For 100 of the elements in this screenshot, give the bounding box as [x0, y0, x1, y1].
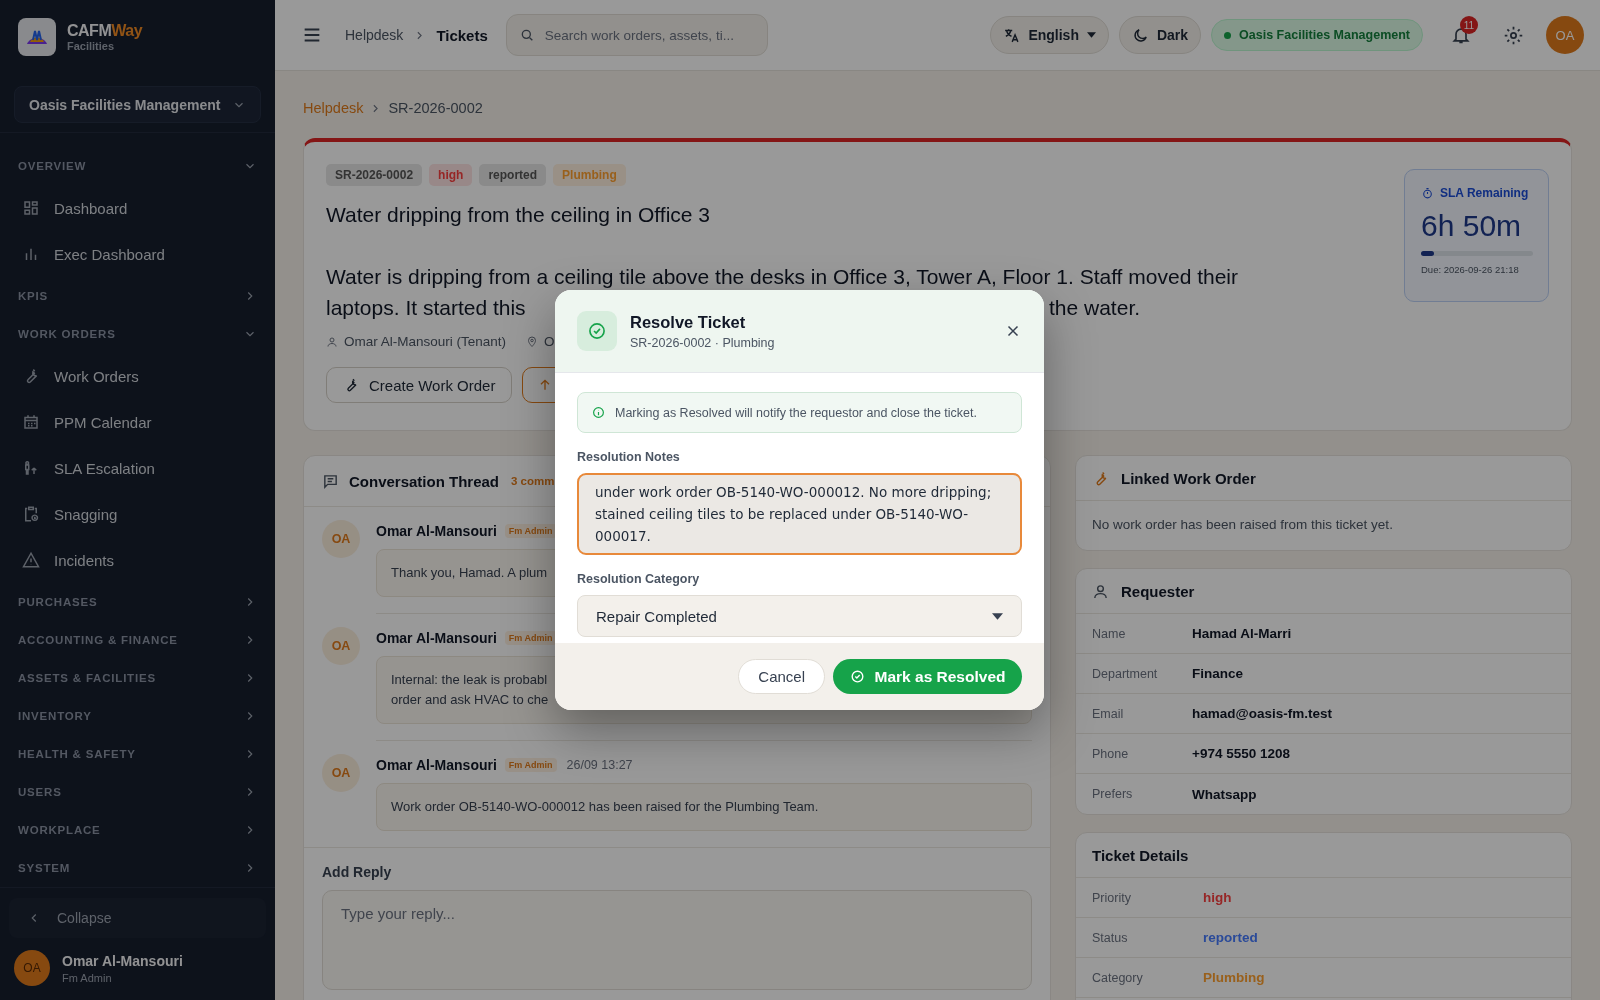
field-value: +974 5550 1208 — [1192, 746, 1290, 761]
ticket-description: the water. — [1049, 295, 1141, 321]
caret-icon — [1086, 32, 1096, 38]
user-role: Fm Admin — [62, 971, 113, 984]
mark-as-resolved-button[interactable]: Mark as Resolved — [833, 659, 1022, 694]
theme-toggle[interactable]: Dark — [1118, 16, 1202, 54]
field-value: hamad@oasis-fm.test — [1192, 706, 1332, 721]
ticket-location: O — [544, 334, 555, 349]
user-avatar[interactable]: OA — [1546, 16, 1584, 54]
breadcrumb-link[interactable]: Tickets — [436, 26, 488, 44]
nav-section-header[interactable]: KPIS — [0, 277, 275, 315]
card-title: Ticket Details — [1092, 846, 1189, 864]
info-icon — [592, 406, 605, 419]
nav-item[interactable]: Work Orders — [0, 353, 275, 399]
nav-section-header[interactable]: ASSETS & FACILITIES — [0, 659, 275, 697]
nav-item[interactable]: Dashboard — [0, 185, 275, 231]
field-value: high — [1203, 890, 1232, 905]
sla-label: SLA Remaining — [1421, 186, 1538, 200]
ticket-requester: Omar Al-Mansouri (Tenant) — [344, 334, 507, 349]
comment-text: Work order OB-5140-WO-000012 has been raised for the Plumbing Team. — [391, 798, 819, 816]
dialog-subtitle: SR-2026-0002 · Plumbing — [630, 335, 776, 350]
user-avatar: OA — [14, 950, 50, 986]
comment-author: Omar Al-Mansouri — [376, 523, 497, 539]
nav-item[interactable]: Exec Dashboard — [0, 231, 275, 277]
field-label: Add Reply — [322, 864, 393, 880]
card-title: Conversation Thread — [349, 472, 500, 490]
nav-icon — [22, 199, 40, 217]
logo-icon — [18, 18, 56, 56]
nav-section-header[interactable]: PURCHASES — [0, 583, 275, 621]
card-title: Linked Work Order — [1121, 469, 1256, 487]
dialog-title: Resolve Ticket — [630, 312, 747, 332]
breadcrumb-link[interactable]: SR-2026-0002 — [388, 100, 483, 116]
ticket-description: Water is dripping from a ceiling tile above the desks in Office 3, Tower A, Floor 1. Staff moved their — [326, 264, 1238, 290]
ticket-title: Water dripping from the ceiling in Office 3 — [326, 203, 711, 227]
check-circle-icon — [849, 669, 865, 684]
comment-time: 26/09 13:27 — [566, 758, 633, 772]
create-work-order-button[interactable]: Create Work Order — [326, 367, 513, 403]
ticket-tag: Plumbing — [553, 164, 626, 186]
ticket-tag: high — [429, 164, 473, 186]
brand-name: CAFMWay — [67, 22, 143, 40]
nav-section-header[interactable]: ACCOUNTING & FINANCE — [0, 621, 275, 659]
field-label: Priority — [1092, 890, 1132, 905]
nav-section-header[interactable]: INVENTORY — [0, 697, 275, 735]
sla-due-date: Due: 2026-09-26 21:18 — [1421, 264, 1520, 275]
field-label: Category — [1092, 970, 1144, 985]
nav-item[interactable]: Incidents — [0, 537, 275, 583]
field-value: reported — [1203, 930, 1258, 945]
caret-icon — [992, 612, 1003, 620]
author-avatar: OA — [322, 520, 360, 558]
field-label: Status — [1092, 930, 1129, 945]
brand-subtitle: Facilities — [67, 40, 116, 52]
comment-text: order and ask HVAC to che — [391, 691, 549, 709]
nav-item[interactable]: Snagging — [0, 491, 275, 537]
location-pin-icon — [526, 335, 539, 348]
nav-item[interactable]: SLA Escalation — [0, 445, 275, 491]
nav-section-header[interactable]: WORK ORDERS — [0, 315, 275, 353]
nav-icon — [22, 505, 40, 523]
resolution-notes-field[interactable]: under work order OB-5140-WO-000012. No more dripping; stained ceiling tiles to be replaced under OB-5140-WO-000017. — [577, 473, 1022, 555]
organization-selector[interactable]: Oasis Facilities Management — [14, 86, 261, 123]
nav-section-header[interactable]: OVERVIEW — [0, 147, 275, 185]
check-circle-icon — [587, 321, 607, 341]
nav-section-header[interactable]: USERS — [0, 773, 275, 811]
nav-section-header[interactable]: SYSTEM — [0, 849, 275, 887]
notice-text: Marking as Resolved will notify the requestor and close the ticket. — [615, 405, 977, 420]
role-tag: Fm Admin — [504, 758, 557, 772]
nav-icon — [22, 551, 40, 569]
field-value: Finance — [1192, 666, 1243, 681]
search-field[interactable]: Search work orders, assets, ti... — [505, 14, 768, 56]
field-label: Department — [1092, 666, 1159, 681]
person-icon — [1092, 582, 1109, 600]
nav-section-header[interactable]: WORKPLACE — [0, 811, 275, 849]
chat-icon — [322, 472, 339, 490]
field-label: Phone — [1092, 746, 1130, 761]
settings-icon[interactable] — [1503, 24, 1524, 46]
language-selector[interactable]: English — [990, 16, 1109, 54]
author-avatar: OA — [322, 754, 360, 792]
nav-item[interactable]: PPM Calendar — [0, 399, 275, 445]
ticket-tag: reported — [479, 164, 547, 186]
comment-count: 3 comm — [511, 475, 555, 487]
field-value: Whatsapp — [1192, 786, 1257, 802]
ticket-tag: SR-2026-0002 — [326, 164, 423, 186]
person-icon — [326, 335, 338, 348]
timer-icon — [1421, 186, 1434, 200]
nav-icon — [22, 413, 40, 431]
user-name: Omar Al-Mansouri — [62, 952, 183, 969]
nav-section-header[interactable]: HEALTH & SAFETY — [0, 735, 275, 773]
reply-field[interactable]: Type your reply... — [322, 890, 1032, 990]
comment-text: Thank you, Hamad. A plum — [391, 564, 548, 582]
resolution-category-select[interactable]: Repair Completed — [577, 595, 1022, 637]
empty-message: No work order has been raised from this ticket yet. — [1091, 516, 1394, 534]
card-title: Requester — [1121, 582, 1195, 600]
ticket-description: laptops. It started this — [326, 296, 526, 319]
author-avatar: OA — [322, 627, 360, 665]
field-label: Name — [1092, 626, 1127, 641]
role-tag: Fm Admin — [504, 524, 557, 538]
organization-badge: Oasis Facilities Management — [1211, 19, 1423, 51]
cancel-button[interactable]: Cancel — [738, 659, 825, 694]
breadcrumb-link[interactable]: Helpdesk — [345, 27, 404, 43]
sla-remaining-time: 6h 50m — [1421, 209, 1523, 243]
field-label: Resolution Category — [577, 572, 701, 586]
